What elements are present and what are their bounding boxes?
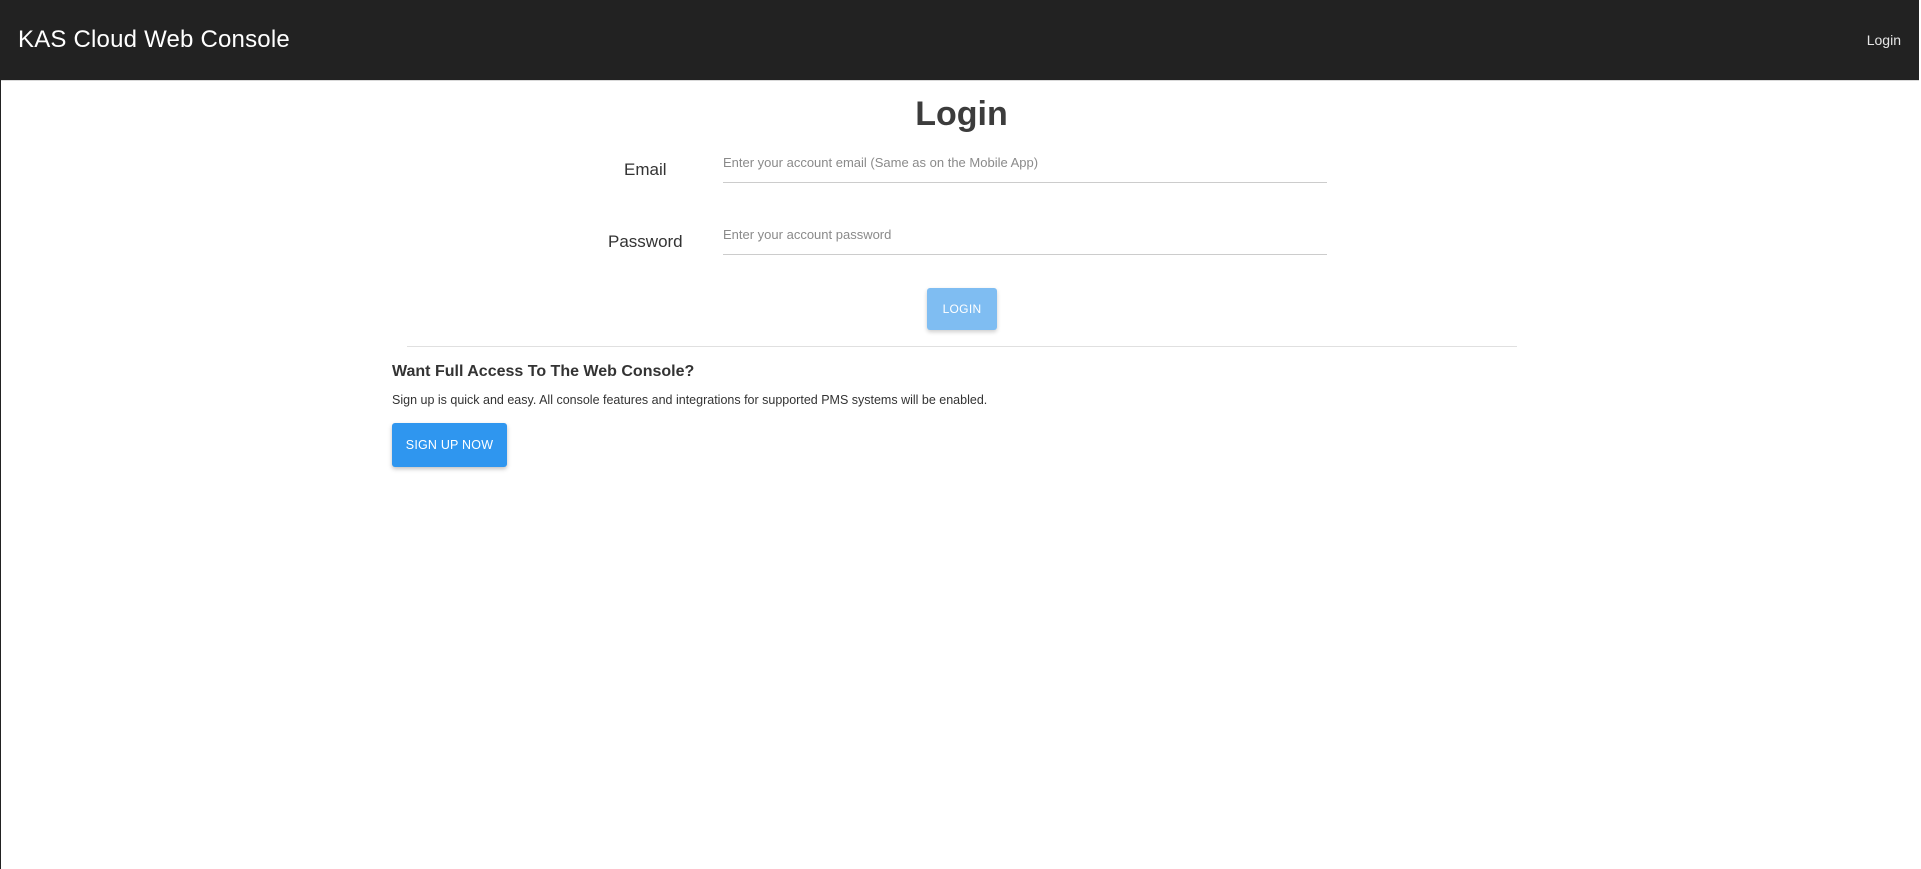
password-field[interactable] — [723, 215, 1327, 255]
email-field[interactable] — [723, 143, 1327, 183]
password-label: Password — [608, 232, 683, 251]
page-title: Login — [915, 95, 1008, 133]
page: KAS Cloud Web Console Login Login Email … — [0, 0, 1919, 869]
signup-description: Sign up is quick and easy. All console f… — [392, 393, 988, 407]
nav-login-link[interactable]: Login — [1867, 32, 1901, 48]
login-button[interactable]: LOGIN — [927, 288, 997, 330]
signup-heading: Want Full Access To The Web Console? — [392, 363, 695, 380]
top-navbar: KAS Cloud Web Console Login — [1, 0, 1919, 81]
email-label: Email — [624, 160, 667, 179]
signup-button[interactable]: SIGN UP NOW — [392, 423, 507, 467]
section-divider — [407, 346, 1517, 347]
app-title: KAS Cloud Web Console — [18, 26, 290, 53]
login-page-content: Login Email Password LOGIN Want Full Acc… — [1, 81, 1919, 869]
